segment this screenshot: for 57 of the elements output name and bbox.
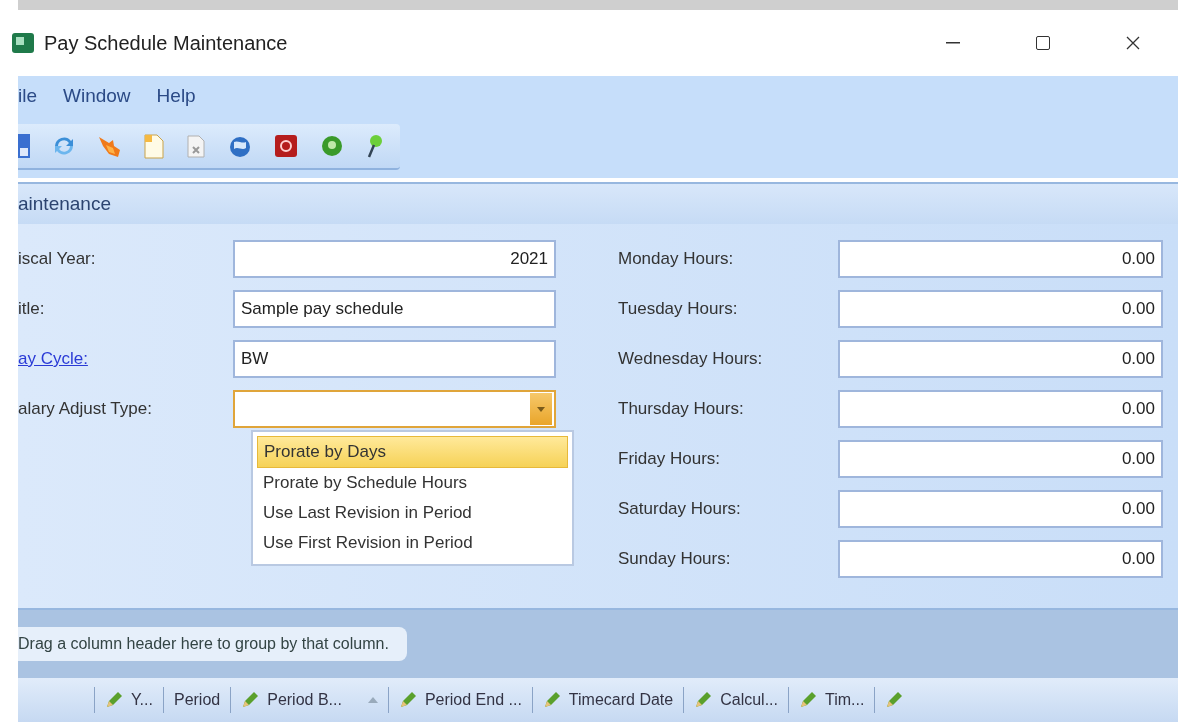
dropdown-option[interactable]: Use First Revision in Period bbox=[257, 528, 568, 558]
pencil-icon bbox=[694, 691, 713, 709]
text-field[interactable]: BW bbox=[233, 340, 556, 378]
column-header[interactable]: Timecard Date bbox=[531, 687, 684, 713]
pencil-icon bbox=[542, 691, 561, 709]
app-icon bbox=[12, 31, 34, 55]
pencil-icon bbox=[105, 691, 123, 709]
sort-icon bbox=[367, 697, 378, 703]
text-field[interactable]: Sample pay schedule bbox=[233, 290, 556, 328]
pencil-icon bbox=[398, 691, 417, 709]
column-header[interactable]: Tim... bbox=[788, 687, 875, 713]
dropdown-option[interactable]: Prorate by Days bbox=[257, 436, 568, 468]
section-title: aintenance bbox=[18, 193, 111, 215]
field-label: Monday Hours: bbox=[618, 249, 735, 269]
text-field[interactable]: 0.00 bbox=[838, 540, 1163, 578]
field-link[interactable]: ay Cycle: bbox=[18, 349, 233, 369]
field-label: alary Adjust Type: bbox=[18, 399, 153, 419]
text-field[interactable]: 0.00 bbox=[838, 490, 1163, 528]
column-header[interactable]: Period B... bbox=[230, 687, 388, 713]
close-icon bbox=[1126, 36, 1140, 50]
text-field[interactable]: 0.00 bbox=[838, 340, 1163, 378]
text-field[interactable]: 0.00 bbox=[838, 240, 1163, 278]
pencil-icon bbox=[799, 691, 817, 709]
caret-icon bbox=[537, 406, 545, 412]
field-label: Wednesday Hours: bbox=[618, 349, 764, 369]
column-header[interactable]: Calcul... bbox=[683, 687, 788, 713]
menu-item[interactable]: ile bbox=[18, 83, 37, 109]
column-header[interactable]: Period bbox=[162, 687, 231, 713]
document-delete-icon[interactable] bbox=[184, 132, 208, 160]
field-label: Saturday Hours: bbox=[618, 499, 742, 519]
text-field[interactable]: 0.00 bbox=[838, 440, 1163, 478]
pencil-icon bbox=[885, 691, 904, 709]
dropdown-button[interactable] bbox=[530, 393, 552, 425]
field-label: Friday Hours: bbox=[618, 449, 722, 469]
window-title: Pay Schedule Maintenance bbox=[44, 31, 288, 55]
group-by-panel: Drag a column header here to group by that column. bbox=[18, 627, 407, 661]
dropdown-option[interactable]: Prorate by Schedule Hours bbox=[257, 468, 568, 498]
save-icon[interactable] bbox=[18, 132, 32, 160]
field-label: Thursday Hours: bbox=[618, 399, 745, 419]
minimize-icon bbox=[946, 42, 960, 44]
maximize-icon bbox=[1036, 36, 1050, 50]
text-field[interactable]: 0.00 bbox=[838, 390, 1163, 428]
dropdown-option[interactable]: Use Last Revision in Period bbox=[257, 498, 568, 528]
text-field[interactable]: 2021 bbox=[233, 240, 556, 278]
field-label: Sunday Hours: bbox=[618, 549, 732, 569]
pencil-icon bbox=[241, 691, 260, 709]
stop-icon[interactable] bbox=[272, 132, 300, 160]
field-label: Tuesday Hours: bbox=[618, 299, 739, 319]
field-label: itle: bbox=[18, 299, 46, 319]
text-field[interactable]: 0.00 bbox=[838, 290, 1163, 328]
field-label: iscal Year: bbox=[18, 249, 97, 269]
column-header[interactable]: Y... bbox=[94, 687, 163, 713]
column-header[interactable]: Period End ... bbox=[387, 687, 532, 713]
menu-item[interactable]: Help bbox=[156, 83, 196, 109]
menu-item[interactable]: Window bbox=[63, 83, 131, 109]
document-icon[interactable] bbox=[142, 132, 166, 160]
dropdown-field[interactable] bbox=[233, 390, 556, 428]
